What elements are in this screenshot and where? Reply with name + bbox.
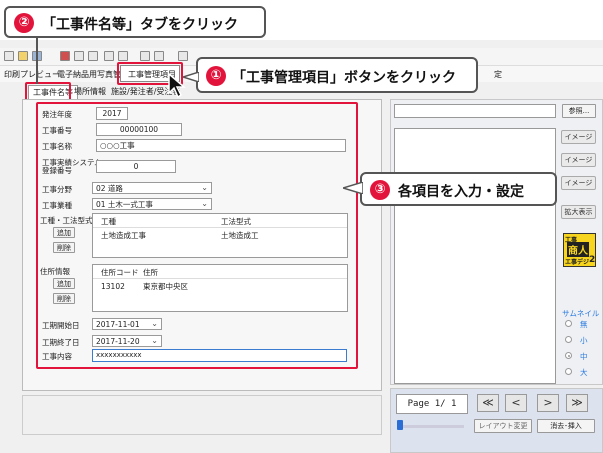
path-input[interactable]	[394, 104, 556, 118]
next-page-button[interactable]: >	[537, 394, 559, 412]
enlarge-button[interactable]: 拡大表示	[561, 205, 596, 219]
thumb-option-label: 大	[580, 368, 588, 377]
app-logo-text-mid: 商人	[567, 242, 589, 257]
copy-icon[interactable]	[74, 51, 84, 61]
delete-icon[interactable]	[60, 51, 70, 61]
callout-step2: ② 「工事件名等」タブをクリック	[4, 6, 266, 38]
thumbnail-label: サムネイル	[562, 309, 600, 318]
menu-settings[interactable]: 定	[494, 69, 502, 80]
app-logo-text-bottom: エ事デジ	[565, 259, 590, 266]
menu-print-preview[interactable]: 印刷プレビュー	[4, 69, 60, 80]
photo-preview-area[interactable]	[394, 128, 556, 384]
callout-step1-number: ①	[206, 66, 226, 86]
callout-step3: ③ 各項目を入力・設定	[360, 172, 557, 206]
tab-location[interactable]: 場所情報	[70, 85, 110, 99]
settings-icon[interactable]	[178, 51, 188, 61]
mouse-cursor-icon	[168, 73, 186, 99]
callout-step1-text: 「工事管理項目」ボタンをクリック	[232, 70, 456, 86]
callout-step2-number: ②	[14, 13, 34, 33]
page-icon[interactable]	[118, 51, 128, 61]
image-button-1[interactable]: イメージ	[561, 130, 596, 144]
print-icon[interactable]	[104, 51, 114, 61]
status-area	[22, 395, 382, 435]
layout-change-button[interactable]: レイアウト変更	[474, 419, 532, 433]
callout-step2-leader	[36, 38, 38, 84]
radio-icon	[565, 336, 572, 343]
thumb-option-label: 無	[580, 320, 588, 329]
reference-button[interactable]: 参照...	[562, 104, 596, 118]
page-indicator: Page 1/ 1	[396, 394, 468, 414]
radio-icon	[565, 320, 572, 327]
thumb-option-label: 中	[580, 352, 588, 361]
paste-icon[interactable]	[88, 51, 98, 61]
first-page-button[interactable]: ≪	[477, 394, 499, 412]
prev-page-button[interactable]: <	[505, 394, 527, 412]
open-folder-icon[interactable]	[18, 51, 28, 61]
radio-icon	[565, 368, 572, 375]
delete-insert-button[interactable]: 消去･挿入	[537, 419, 595, 433]
last-page-button[interactable]: ≫	[566, 394, 588, 412]
app-logo: 工事 商人 エ事デジ 2	[563, 233, 596, 267]
thumb-option-label: 小	[580, 336, 588, 345]
page-slider-track[interactable]	[398, 425, 464, 428]
image-button-3[interactable]: イメージ	[561, 176, 596, 190]
page-slider-handle[interactable]	[397, 420, 403, 430]
image-button-2[interactable]: イメージ	[561, 153, 596, 167]
callout-step3-number: ③	[370, 180, 390, 200]
callout-step1: ① 「工事管理項目」ボタンをクリック	[196, 57, 478, 93]
highlight-frame-step3	[36, 102, 358, 369]
callout-step3-text: 各項目を入力・設定	[398, 184, 524, 200]
zoom-icon[interactable]	[154, 51, 164, 61]
layout-icon[interactable]	[140, 51, 150, 61]
radio-icon-selected	[565, 352, 572, 359]
new-icon[interactable]	[4, 51, 14, 61]
callout-step2-text: 「工事件名等」タブをクリック	[42, 17, 238, 33]
app-logo-number: 2	[589, 255, 596, 265]
callout-step3-pointer	[343, 182, 363, 194]
